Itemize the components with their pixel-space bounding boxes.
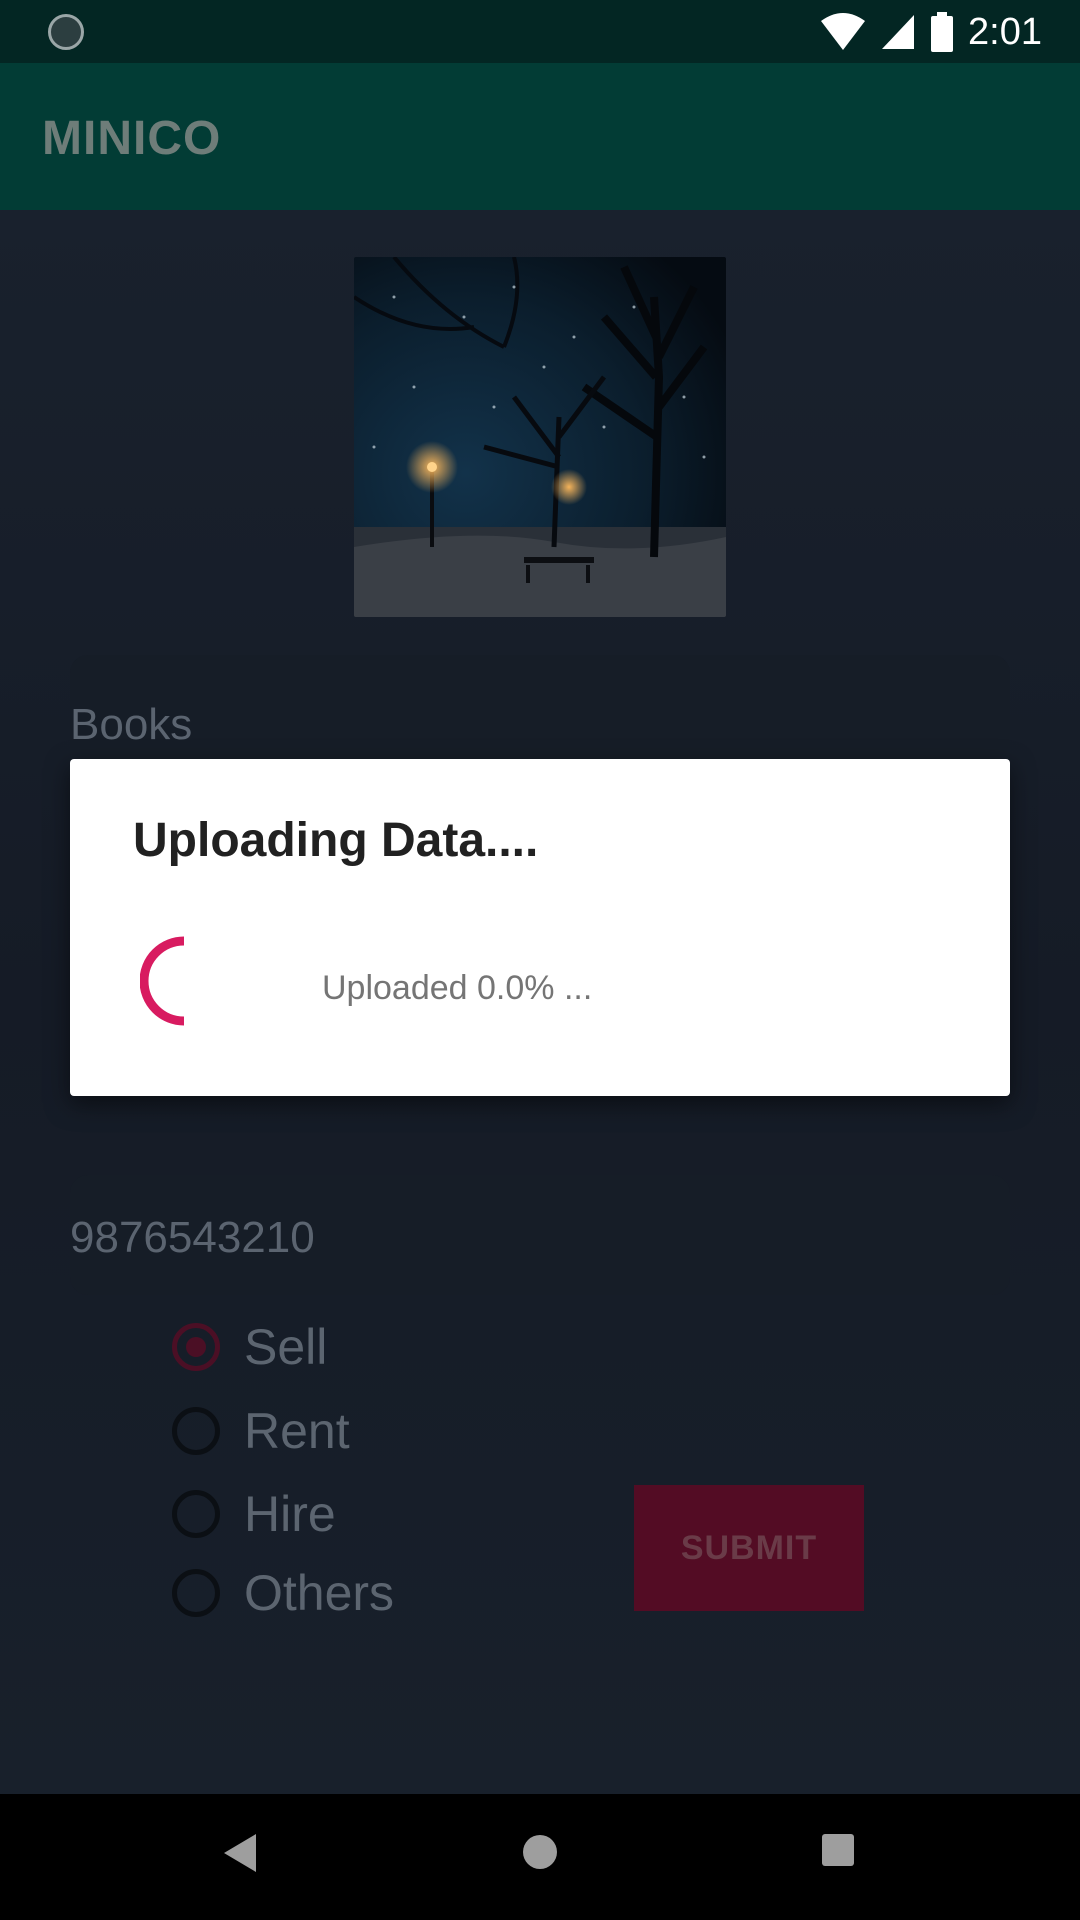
radio-button-others[interactable] — [172, 1569, 220, 1617]
radio-option-others[interactable]: Others — [172, 1564, 394, 1622]
app-title: MINICO — [42, 112, 222, 165]
wifi-icon — [821, 13, 866, 50]
home-icon[interactable] — [520, 1832, 560, 1872]
sync-icon — [48, 14, 84, 50]
submit-button[interactable]: SUBMIT — [634, 1485, 864, 1611]
status-bar: 2:01 — [0, 0, 1080, 63]
phone-value: 9876543210 — [70, 1213, 315, 1262]
phone-card[interactable]: 9876543210 — [70, 1175, 1010, 1295]
radio-label-sell: Sell — [244, 1319, 328, 1375]
radio-label-hire: Hire — [244, 1486, 336, 1542]
signal-icon — [882, 15, 915, 49]
battery-icon — [931, 12, 954, 52]
recents-icon[interactable] — [820, 1832, 856, 1868]
radio-button-sell[interactable] — [172, 1323, 220, 1371]
back-icon[interactable] — [222, 1832, 258, 1874]
upload-status-text: Uploaded 0.0% ... — [322, 969, 593, 1007]
status-icons: 2:01 — [820, 10, 1042, 54]
navigation-bar — [0, 1794, 1080, 1920]
preview-image[interactable] — [354, 257, 726, 617]
radio-option-rent[interactable]: Rent — [172, 1402, 350, 1460]
radio-button-rent[interactable] — [172, 1407, 220, 1455]
category-value: Books — [70, 700, 193, 749]
radio-label-rent: Rent — [244, 1403, 350, 1459]
status-time: 2:01 — [968, 10, 1042, 53]
radio-label-others: Others — [244, 1565, 395, 1621]
night-park-image — [354, 257, 726, 617]
spinner-icon — [140, 936, 185, 1026]
dialog-title: Uploading Data.... — [133, 814, 539, 867]
upload-progress-dialog: Uploading Data.... Uploaded 0.0% ... — [70, 759, 1010, 1096]
radio-option-hire[interactable]: Hire — [172, 1485, 336, 1543]
app-bar: MINICO — [0, 63, 1080, 210]
radio-button-hire[interactable] — [172, 1490, 220, 1538]
radio-option-sell[interactable]: Sell — [172, 1318, 327, 1376]
